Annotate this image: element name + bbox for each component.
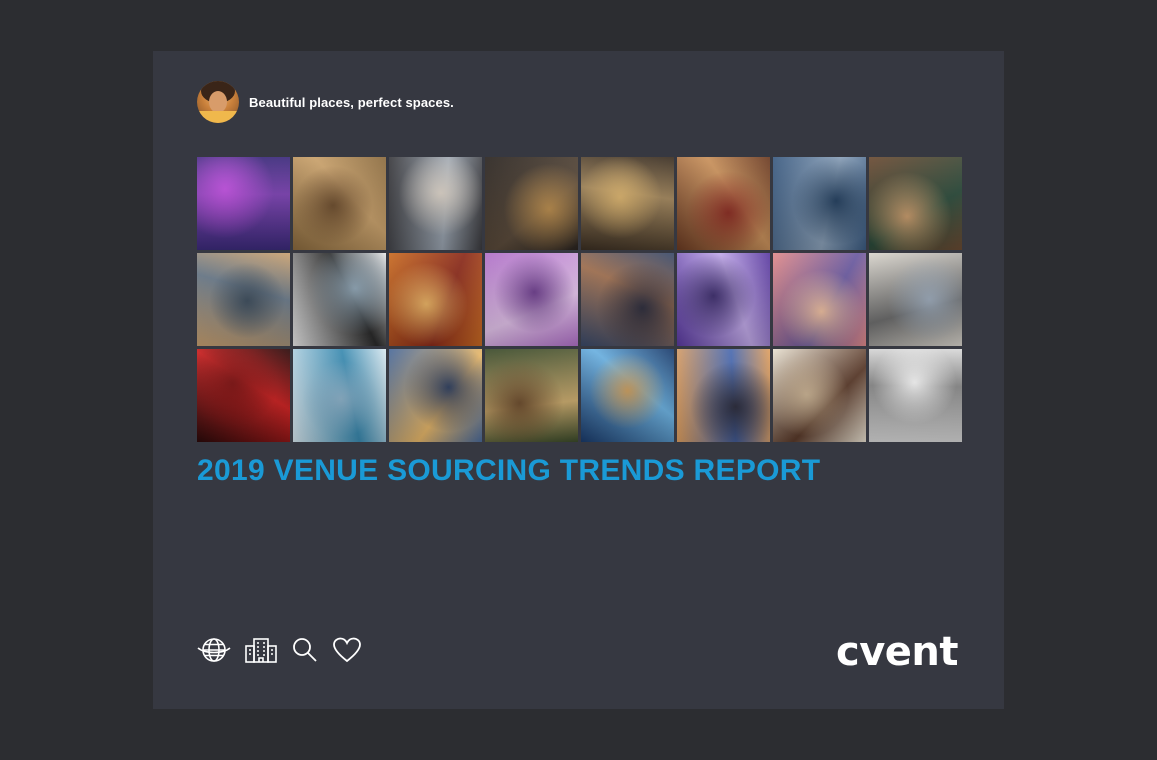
photo-white-lounge [869, 349, 962, 442]
search-icon [293, 638, 317, 662]
photo-banquet-garden [485, 349, 578, 442]
tagline-row: Beautiful places, perfect spaces. [197, 80, 454, 124]
photo-purple-meeting-room [485, 253, 578, 346]
photo-modern-building [773, 157, 866, 250]
photo-orange-ceiling-hall [389, 253, 482, 346]
photo-convention-dome [581, 349, 674, 442]
report-title: 2019 VENUE SOURCING TRENDS REPORT [197, 454, 821, 487]
photo-ballroom-chandeliers [293, 157, 386, 250]
globe-icon [197, 638, 231, 662]
photo-grand-hall-stage [677, 157, 770, 250]
photo-eiffel-tower [677, 349, 770, 442]
photo-violet-conference [677, 253, 770, 346]
photo-city-skyline-night [197, 157, 290, 250]
buildings-icon [245, 638, 277, 663]
photo-dining-room [581, 157, 674, 250]
photo-grid [197, 157, 962, 442]
photo-event-hall-lights [485, 157, 578, 250]
photo-glass-atrium [293, 349, 386, 442]
photo-vatican-dusk [773, 253, 866, 346]
heart-icon [333, 637, 361, 663]
photo-red-theater-seats [197, 349, 290, 442]
icon-row [197, 636, 362, 664]
photo-attendee-woman [869, 157, 962, 250]
cvent-logo: cvent [835, 629, 959, 675]
photo-fountain-hotel [389, 349, 482, 442]
report-cover: Beautiful places, perfect spaces. 2019 V… [153, 51, 1004, 709]
tagline: Beautiful places, perfect spaces. [249, 94, 454, 110]
photo-hotel-suite [773, 349, 866, 442]
photo-attendees-smiling [389, 157, 482, 250]
photo-hotel-bedroom-city [869, 253, 962, 346]
photo-spiral-lobby [293, 253, 386, 346]
avatar [197, 81, 239, 123]
photo-man-taking-photo [581, 253, 674, 346]
photo-new-york-skyline [197, 253, 290, 346]
